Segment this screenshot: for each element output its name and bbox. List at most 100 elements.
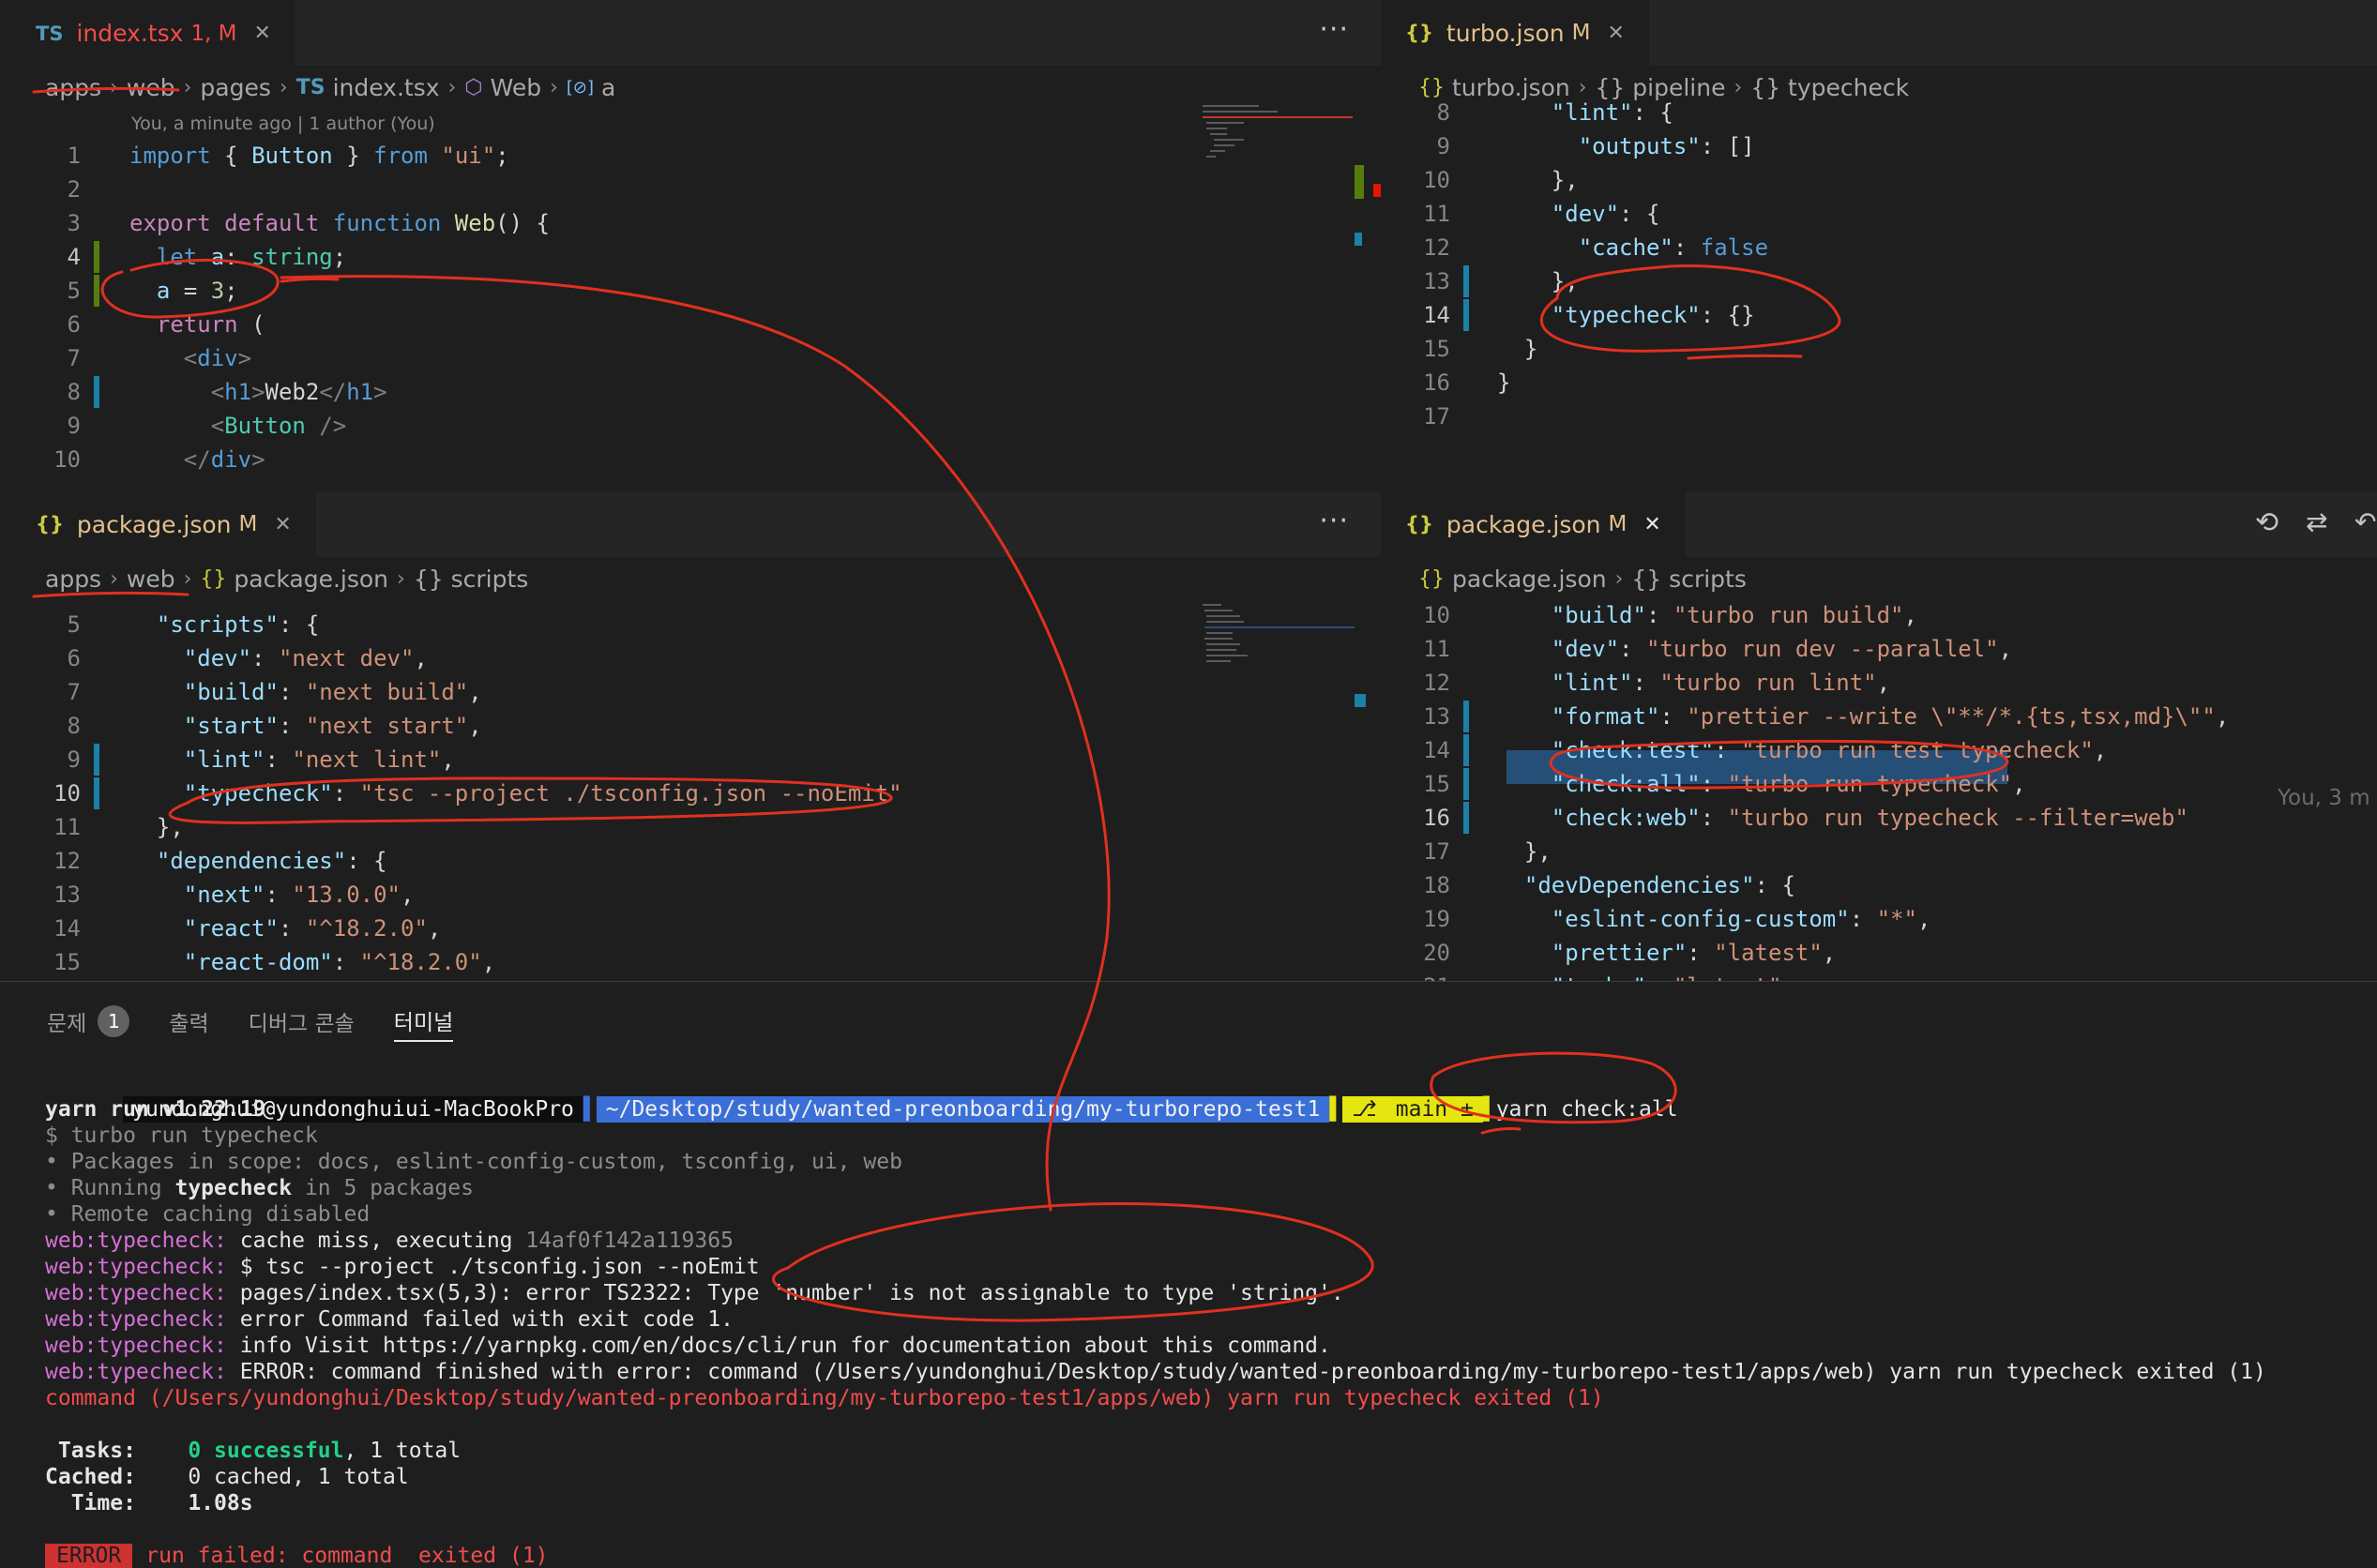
code-token: : { <box>278 611 320 638</box>
code-editor[interactable]: 5 "scripts": {6 "dev": "next dev", 7 "bui… <box>9 608 1381 981</box>
breadcrumb-apps[interactable]: apps <box>45 565 101 593</box>
minimap-line <box>1206 649 1236 651</box>
code-token: Web2 <box>265 379 320 405</box>
terminal-text: run failed: command exited (1) <box>145 1544 549 1568</box>
breadcrumb-web[interactable]: web <box>127 565 175 593</box>
line-number: 17 <box>1423 403 1450 430</box>
minimap-line <box>1203 604 1221 606</box>
breadcrumb-a[interactable]: a <box>601 74 615 101</box>
line-number: 11 <box>1423 636 1450 662</box>
minimap-line <box>1204 610 1233 611</box>
code-line: <div> <box>129 341 251 375</box>
code-token: : <box>332 949 360 975</box>
code-line: "cache": false <box>1497 231 1768 264</box>
minimap-line <box>1204 638 1233 640</box>
tab-debug-console[interactable]: 디버그 콘솔 <box>249 1001 355 1042</box>
tab-package-json-root[interactable]: {} package.json M ✕ <box>1383 491 1686 557</box>
minimap[interactable] <box>1191 596 1355 981</box>
breadcrumb-scripts[interactable]: {} scripts <box>414 565 528 593</box>
breadcrumb-package-json[interactable]: package.json <box>1452 565 1607 593</box>
code-token: , <box>1876 670 1891 696</box>
code-line: "scripts": { <box>129 608 319 641</box>
git-change-marker <box>1463 299 1469 331</box>
tab-label: 디버그 콘솔 <box>248 1012 355 1036</box>
code-token: : <box>278 679 306 705</box>
code-token: return <box>156 311 252 338</box>
tab-package-json[interactable]: {} package.json M ✕ <box>9 491 316 557</box>
line-number: 15 <box>1423 771 1450 797</box>
code-token: , <box>2093 737 2108 763</box>
tab-output[interactable]: 출력 <box>169 1001 208 1042</box>
chevron-right-icon: › <box>447 75 457 99</box>
close-icon[interactable]: ✕ <box>1643 513 1660 536</box>
terminal[interactable]: yundonghui@yundonghuiui-MacBookPro ▌ ~/Des… <box>45 1070 2266 1568</box>
compare-changes-icon[interactable]: ⇄ <box>2306 506 2327 537</box>
breadcrumb-web-function[interactable]: Web <box>491 74 542 101</box>
tab-bar: TS index.tsx 1, M ✕ ··· <box>9 0 1381 66</box>
line-number: 20 <box>1423 940 1450 966</box>
terminal-text: $ turbo run typecheck <box>45 1123 318 1148</box>
code-token: : { <box>1632 99 1673 126</box>
line-number: 9 <box>67 413 81 439</box>
error-badge: ERROR <box>45 1544 133 1568</box>
json-file-icon: {} <box>36 513 64 535</box>
line-number: 4 <box>67 244 81 270</box>
breadcrumb-index-tsx[interactable]: index.tsx <box>333 74 440 101</box>
tab-status: 1, M <box>190 21 237 46</box>
line-number: 12 <box>1423 234 1450 261</box>
breadcrumb: apps › web › {} package.json › {} scripts <box>9 557 1381 600</box>
minimap[interactable] <box>1191 105 1353 490</box>
codelens-blame[interactable]: You, a minute ago | 1 author (You) <box>131 113 435 134</box>
code-token: : <box>265 882 293 908</box>
code-token: : {} <box>1700 302 1755 328</box>
git-change-marker <box>94 376 99 408</box>
tab-terminal[interactable]: 터미널 <box>393 1001 454 1042</box>
close-icon[interactable]: ✕ <box>274 513 291 536</box>
breadcrumb-apps[interactable]: apps <box>45 74 101 101</box>
code-editor[interactable]: 1 import { Button } from "ui"; 2 3 export de… <box>9 139 1381 490</box>
terminal-text: info Visit https://yarnpkg.com/en/docs/c… <box>239 1334 1331 1358</box>
function-symbol-icon: ⬡ <box>464 75 483 99</box>
tab-index-tsx[interactable]: TS index.tsx 1, M ✕ <box>9 0 295 66</box>
tab-problems[interactable]: 문제 1 <box>47 1001 130 1042</box>
code-token: "devDependencies" <box>1523 872 1755 898</box>
breadcrumb-package-json[interactable]: package.json <box>234 565 388 593</box>
terminal-line: • Remote caching disabled <box>45 1201 2266 1228</box>
revert-icon[interactable]: ↶ <box>2354 506 2376 537</box>
terminal-text: • Packages in scope: docs, eslint-config… <box>45 1150 902 1174</box>
more-actions-icon[interactable]: ··· <box>1319 505 1349 537</box>
close-icon[interactable]: ✕ <box>254 22 271 45</box>
code-token: h1 <box>346 379 374 405</box>
minimap-line <box>1206 128 1227 129</box>
breadcrumb-scripts[interactable]: {} scripts <box>1631 565 1746 593</box>
code-token: "*" <box>1876 906 1917 932</box>
close-icon[interactable]: ✕ <box>1607 22 1624 45</box>
code-token: "lint" <box>1551 670 1633 696</box>
more-actions-icon[interactable]: ··· <box>1319 13 1349 46</box>
code-token: , <box>427 915 442 942</box>
code-line: }, <box>1497 163 1579 197</box>
prompt-separator-icon: ▌ <box>1482 1097 1496 1122</box>
timeline-history-icon[interactable]: ⟲ <box>2255 506 2279 539</box>
line-number: 12 <box>1423 670 1450 696</box>
code-editor[interactable]: 10 "build": "turbo run build", 11 "dev": … <box>1383 598 2377 981</box>
breadcrumb-web[interactable]: web <box>127 74 175 101</box>
chevron-right-icon: › <box>1614 566 1624 591</box>
terminal-text: cache miss, executing <box>239 1229 526 1253</box>
tab-turbo-json[interactable]: {} turbo.json M ✕ <box>1383 0 1649 66</box>
json-file-icon: {} <box>1405 513 1433 535</box>
editor-pane-web-package-json: {} package.json M ✕ ··· apps › web › {} pa… <box>9 491 1381 981</box>
code-token: : <box>1673 234 1701 261</box>
code-token: "turbo run test typecheck" <box>1741 737 2094 763</box>
panel-tabs: 문제 1 출력 디버그 콘솔 터미널 <box>47 1001 492 1042</box>
breadcrumb-pages[interactable]: pages <box>200 74 270 101</box>
code-editor[interactable]: 8 "lint": {9 "outputs": [] 10 }, 11 "dev":… <box>1383 96 2377 490</box>
code-token: : { <box>1754 872 1795 898</box>
minimap-line <box>1206 643 1240 645</box>
minimap-line <box>1203 116 1353 118</box>
code-token: < <box>183 345 198 371</box>
